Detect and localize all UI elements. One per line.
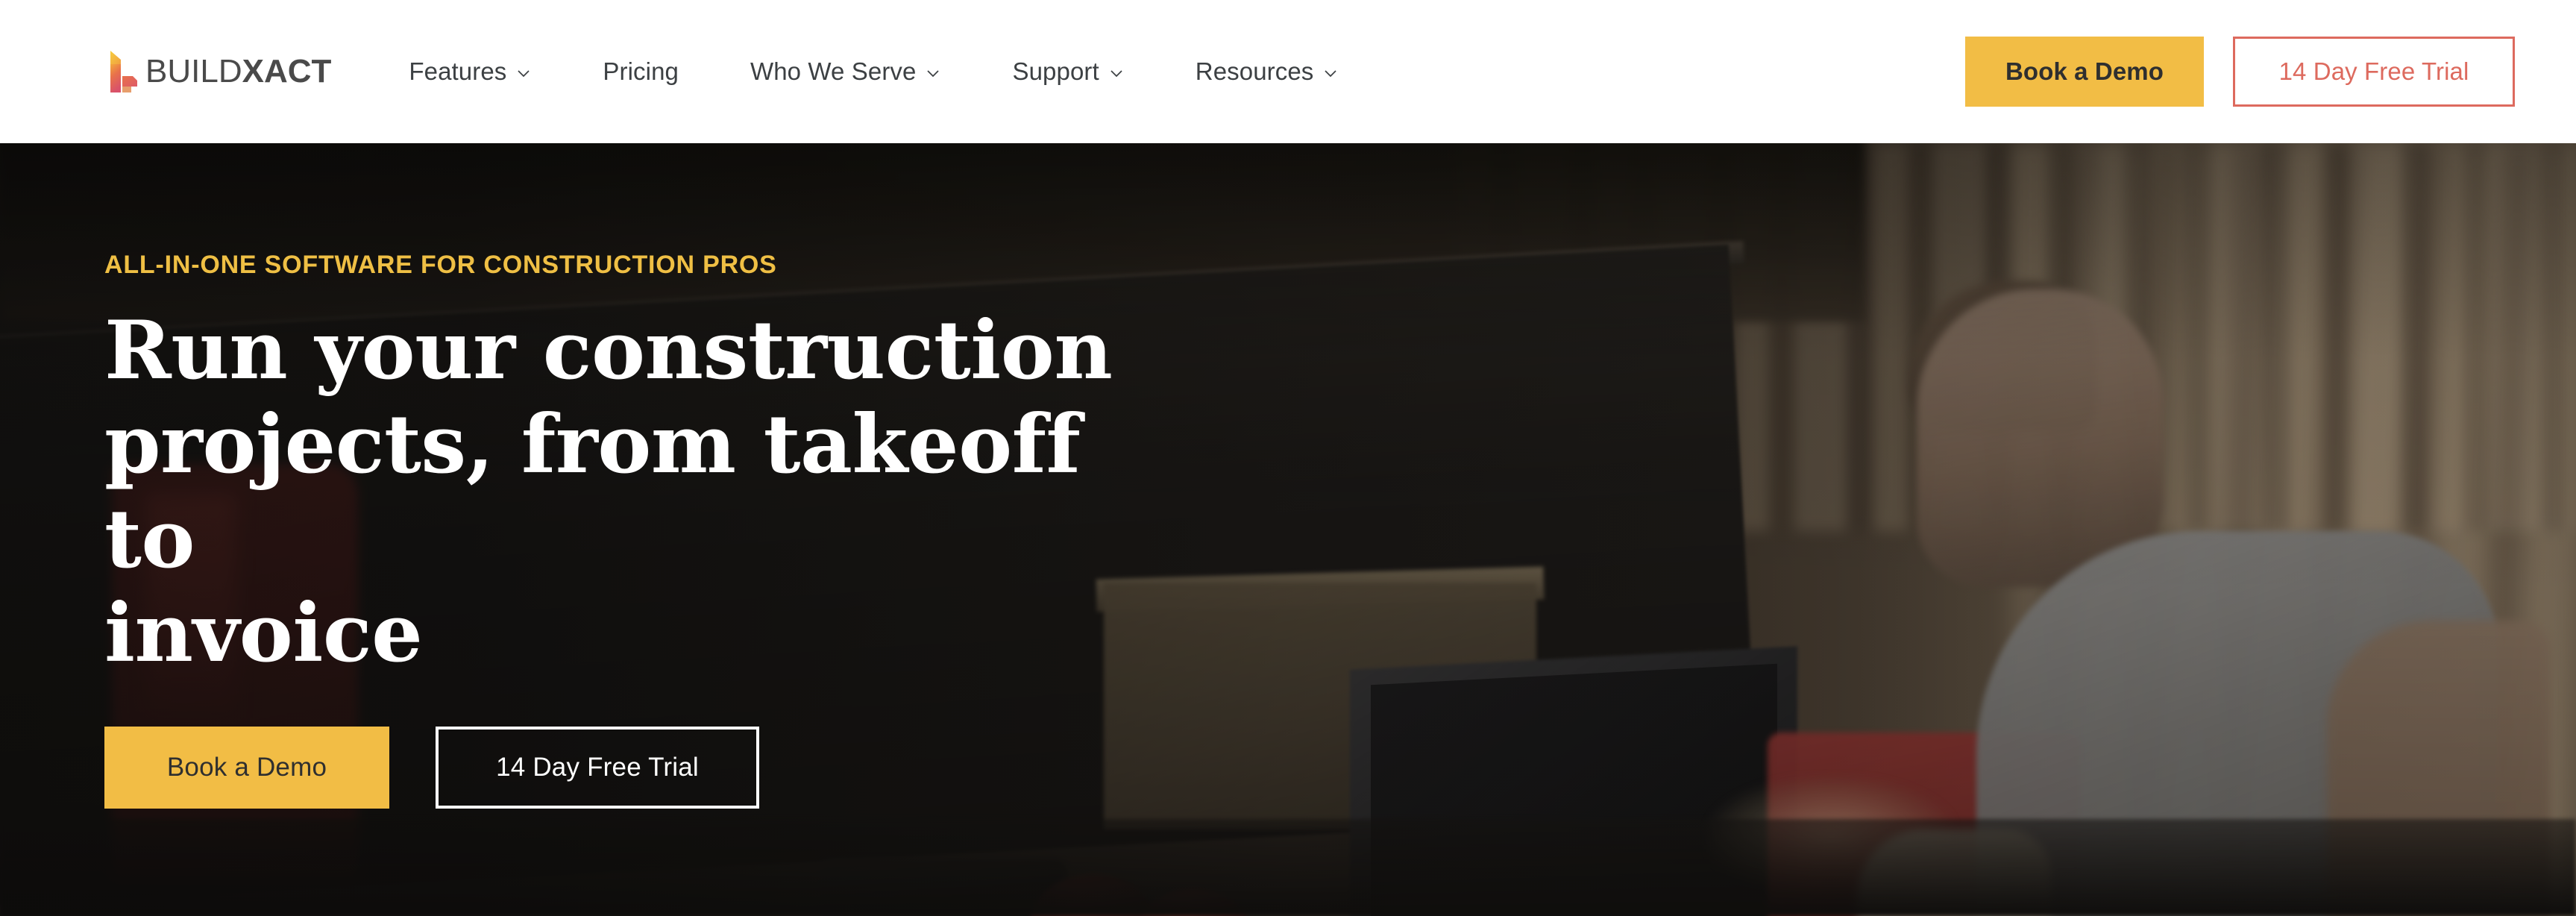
buildxact-b-logo-icon [104,49,139,94]
hero-free-trial-button[interactable]: 14 Day Free Trial [436,727,759,809]
nav-item-label: Who We Serve [750,57,917,85]
nav-item-support[interactable]: Support [976,0,1159,143]
chevron-down-icon [516,66,531,81]
hero-content: ALL-IN-ONE SOFTWARE FOR CONSTRUCTION PRO… [104,143,1163,916]
hero-headline-line-1: Run your construction [104,303,1113,398]
main-navigation: Features Pricing Who We Serve Support Re… [373,0,1374,143]
logo-word-xact: XACT [242,53,332,90]
hero-headline-line-2: projects, from takeoff to [104,398,1081,586]
chevron-down-icon [1323,66,1338,81]
logo-word-build: BUILD [145,53,242,90]
nav-item-resources[interactable]: Resources [1160,0,1375,143]
hero-headline: Run your construction projects, from tak… [104,304,1163,680]
logo-wordmark: BUILDXACT [145,55,331,88]
header-actions: Book a Demo 14 Day Free Trial [1965,37,2515,107]
logo-buildxact[interactable]: BUILDXACT [104,46,331,98]
nav-item-label: Support [1012,57,1099,85]
nav-item-who-we-serve[interactable]: Who We Serve [714,0,977,143]
site-header: BUILDXACT Features Pricing Who We Serve … [0,0,2576,143]
hero-eyebrow: ALL-IN-ONE SOFTWARE FOR CONSTRUCTION PRO… [104,250,777,279]
nav-item-label: Resources [1195,57,1314,85]
header-free-trial-button[interactable]: 14 Day Free Trial [2233,37,2515,107]
chevron-down-icon [926,66,940,81]
header-book-a-demo-button[interactable]: Book a Demo [1965,37,2204,107]
nav-item-label: Pricing [603,57,679,85]
chevron-down-icon [1109,66,1124,81]
nav-item-features[interactable]: Features [373,0,567,143]
nav-item-label: Features [409,57,507,85]
hero-actions: Book a Demo 14 Day Free Trial [104,727,1163,809]
nav-item-pricing[interactable]: Pricing [567,0,714,143]
hero-headline-line-3: invoice [104,586,423,680]
hero-section: ALL-IN-ONE SOFTWARE FOR CONSTRUCTION PRO… [0,143,2576,916]
hero-book-a-demo-button[interactable]: Book a Demo [104,727,389,809]
